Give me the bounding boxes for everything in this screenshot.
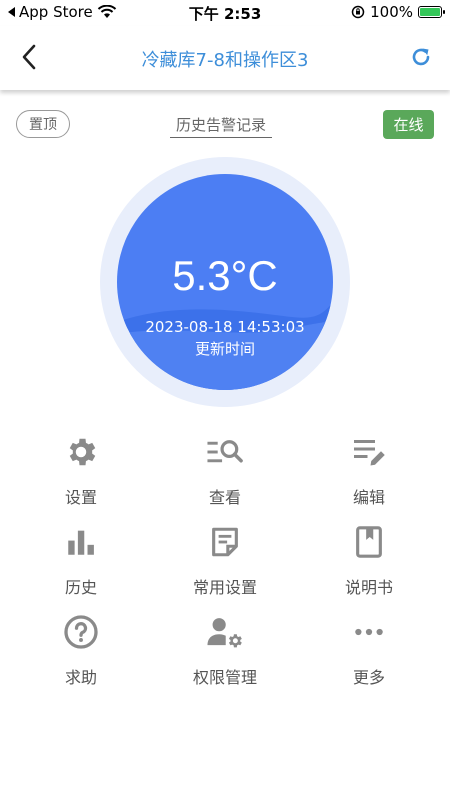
page-title: 冷藏库7-8和操作区3: [141, 50, 309, 71]
back-button[interactable]: [14, 42, 44, 72]
more-icon: [349, 612, 389, 652]
navigation-bar: 冷藏库7-8和操作区3: [0, 26, 450, 90]
temperature-gauge: 5.3°C 2023-08-18 14:53:03 更新时间: [117, 174, 333, 390]
menu-item-view[interactable]: 查看: [165, 432, 285, 508]
temperature-value: 5.3°C: [172, 252, 278, 299]
battery-percent: 100%: [370, 3, 413, 21]
menu-item-permissions[interactable]: 权限管理: [165, 612, 285, 688]
menu-item-settings[interactable]: 设置: [21, 432, 141, 508]
menu-item-history[interactable]: 历史: [21, 522, 141, 598]
menu-item-common-settings[interactable]: 常用设置: [165, 522, 285, 598]
menu-item-help[interactable]: 求助: [21, 612, 141, 688]
orientation-lock-icon: [351, 5, 365, 19]
menu-label: 历史: [64, 578, 97, 597]
menu-label: 说明书: [344, 578, 393, 597]
menu-label: 常用设置: [192, 578, 257, 597]
pin-button[interactable]: 置顶: [16, 110, 70, 138]
note-icon: [205, 522, 245, 562]
menu-label: 权限管理: [192, 668, 257, 687]
user-settings-icon: [205, 612, 245, 652]
menu-label: 设置: [64, 488, 97, 507]
online-status-badge: 在线: [383, 110, 434, 139]
update-timestamp: 2023-08-18 14:53:03: [145, 318, 305, 336]
chevron-left-icon: [22, 44, 36, 70]
bar-chart-icon: [61, 522, 101, 562]
book-icon: [349, 522, 389, 562]
edit-list-icon: [349, 432, 389, 472]
menu-label: 编辑: [352, 488, 385, 507]
menu-label: 查看: [208, 488, 241, 507]
menu-item-manual[interactable]: 说明书: [309, 522, 429, 598]
menu-item-edit[interactable]: 编辑: [309, 432, 429, 508]
gear-icon: [61, 432, 101, 472]
battery-icon: [418, 6, 445, 18]
update-time-label: 更新时间: [194, 340, 255, 358]
menu-label: 求助: [64, 668, 97, 687]
menu-label: 更多: [352, 668, 385, 687]
status-bar: App Store 下午 2:53 100%: [0, 0, 450, 26]
search-list-icon: [205, 432, 245, 472]
history-alarm-link[interactable]: 历史告警记录: [170, 114, 272, 138]
refresh-button[interactable]: [406, 42, 436, 72]
refresh-icon: [412, 48, 430, 66]
help-icon: [61, 612, 101, 652]
menu-item-more[interactable]: 更多: [309, 612, 429, 688]
